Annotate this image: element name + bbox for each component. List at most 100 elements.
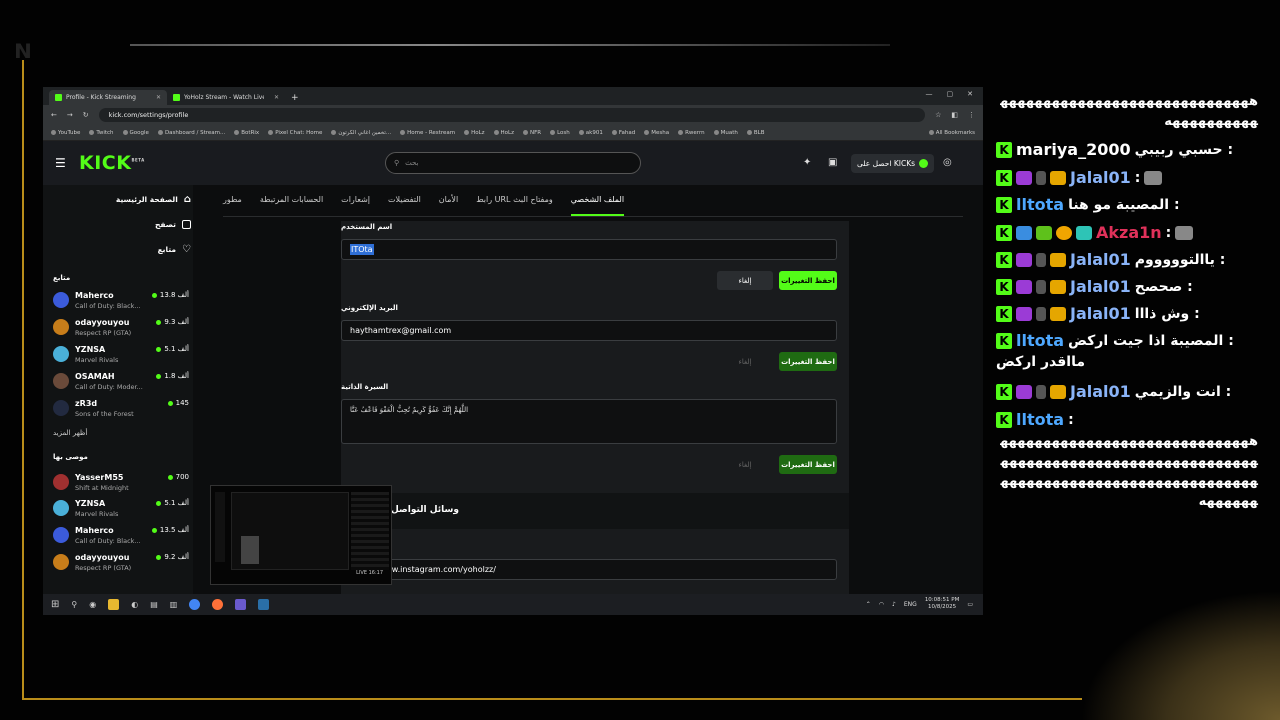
bookmark-item[interactable]: Losh [550,130,570,136]
tab-preferences[interactable]: التفضيلات [388,191,421,216]
cancel-bio-button[interactable]: إلغاء [717,455,773,474]
file-explorer-icon[interactable] [108,599,120,610]
maximize-icon[interactable]: ▢ [947,90,954,98]
language-indicator[interactable]: ENG [904,601,917,608]
bookmark-item[interactable]: Pixel Chat: Home [268,130,322,136]
username-field[interactable]: ITOta [341,239,837,260]
cancel-email-button[interactable]: إلغاء [717,352,773,371]
bookmark-item[interactable]: Twitch [89,130,114,136]
bookmark-item[interactable]: Mesha [644,130,669,136]
tab-stream-url-key[interactable]: رابط URL ومفتاح البث [476,191,553,216]
volume-icon[interactable]: ♪ [892,601,896,608]
bookmark-item[interactable]: HoLz [464,130,485,136]
list-item[interactable]: odayyouyou Respect RP (GTA) 9.3 ألف [53,316,189,340]
close-tab-icon[interactable]: ✕ [274,94,279,101]
app-icon[interactable]: ▥ [170,600,178,609]
url-field[interactable]: kick.com/settings/profile [98,108,926,122]
browser-tab-yoholz[interactable]: YoHolz Stream - Watch Live on ✕ [167,90,285,105]
bookmark-item[interactable]: Fahad [611,130,635,136]
close-window-icon[interactable]: ✕ [967,90,973,98]
list-item[interactable]: odayyouyou Respect RP (GTA) 9.2 ألف [53,551,189,575]
chrome-icon[interactable] [189,599,201,610]
sidebar-item-following[interactable]: متابع ♡ [51,241,191,257]
wifi-icon[interactable]: ◠ [879,601,884,608]
reload-icon[interactable]: ↻ [83,111,89,119]
badge-icon [1076,225,1092,240]
bookmark-item[interactable]: Dashboard / Stream... [157,130,225,136]
settings-tabs: الملف الشخصي رابط URL ومفتاح البث الأمان… [223,191,963,217]
clock[interactable]: 10:08:51 PM 10/8/2025 [925,597,960,611]
show-more-link[interactable]: أظهر المزيد [53,429,87,437]
tab-notifications[interactable]: إشعارات [341,191,370,216]
bookmark-item[interactable]: Muath [713,130,738,136]
avatar[interactable]: ▣ [828,157,837,168]
chevron-up-icon[interactable]: ⌃ [866,601,871,608]
forward-icon[interactable]: → [67,111,73,119]
new-tab-icon[interactable]: + [285,93,305,105]
badge-icon [1036,306,1046,321]
hamburger-menu-icon[interactable]: ☰ [55,156,69,170]
discord-icon[interactable] [235,599,247,610]
kick-logo[interactable]: KICKBETA [79,152,145,174]
bookmark-item[interactable]: BLB [746,130,765,136]
sidebar-item-home[interactable]: الصفحة الرئيسية ⌂ [51,191,191,207]
browser-tab-profile[interactable]: Profile - Kick Streaming ✕ [49,90,167,105]
bookmark-item[interactable]: BotRix [234,130,259,136]
tab-profile[interactable]: الملف الشخصي [570,191,625,216]
list-item[interactable]: Maherco Call of Duty: Black... 13.5 ألف [53,524,189,548]
badge-icon [1036,279,1046,294]
tab-linked-accounts[interactable]: الحسابات المرتبطة [260,191,323,216]
minimize-icon[interactable]: — [926,90,933,98]
bookmark-item[interactable]: تخمين اغاني الكرتون... [331,130,391,136]
save-username-button[interactable]: احفظ التغييرات [779,271,837,290]
list-item[interactable]: YZNSA Marvel Rivals 5.1 ألف [53,497,189,521]
bookmark-item[interactable]: Google [122,130,149,136]
firefox-icon[interactable] [212,599,224,610]
sidebar-item-label: تصفح [154,219,176,229]
badge-icon [1036,252,1046,267]
all-bookmarks[interactable]: All Bookmarks [928,130,975,136]
tab-security[interactable]: الأمان [439,191,458,216]
list-item[interactable]: OSAMAH Call of Duty: Moder... 1.8 ألف [53,370,189,394]
back-icon[interactable]: ← [51,111,57,119]
save-email-button[interactable]: احفظ التغييرات [779,352,837,371]
bookmark-item[interactable]: HoLz [493,130,514,136]
tab-developer[interactable]: مطور [223,191,242,216]
notification-icon[interactable]: ▭ [967,601,973,608]
close-tab-icon[interactable]: ✕ [156,94,161,101]
windows-start-icon[interactable]: ⊞ [51,599,59,610]
menu-icon[interactable]: ⋮ [968,111,975,119]
browser-window: Profile - Kick Streaming ✕ YoHolz Stream… [43,87,983,615]
list-item[interactable]: YasserM55 Shift at Midnight 700 [53,471,189,495]
task-view-icon[interactable]: ◉ [89,600,96,609]
list-item[interactable]: zR3d Sons of the Forest 145 [53,397,189,421]
bookmark-item[interactable]: Rwerrn [678,130,705,136]
search-input[interactable]: ⚲ بحث [385,152,641,174]
list-item[interactable]: Maherco Call of Duty: Black... 13.8 ألف [53,289,189,313]
search-icon[interactable]: ⚲ [71,600,77,609]
bookmark-item[interactable]: YouTube [51,130,80,136]
app-icon[interactable]: ◐ [131,600,138,609]
steam-icon[interactable] [258,599,270,610]
bookmark-item[interactable]: Home - Restream [400,130,455,136]
get-kicks-button[interactable]: احصل على KICKs [851,154,935,173]
instagram-field[interactable]: https://www.instagram.com/yoholzz/ [341,559,837,580]
get-kicks-label: احصل على KICKs [857,159,916,168]
bookmark-item[interactable]: ak901 [578,130,603,136]
preview-sidebar [215,492,225,562]
badge-icon [1036,384,1046,399]
search-icon: ⚲ [394,159,400,167]
bookmark-star-icon[interactable]: ☆ [935,111,941,119]
profile-icon[interactable]: ◎ [943,157,952,168]
bookmark-item[interactable]: NFR [522,130,541,136]
app-icon[interactable]: ▤ [150,600,158,609]
extensions-icon[interactable]: ◧ [951,111,958,119]
save-bio-button[interactable]: احفظ التغييرات [779,455,837,474]
email-field[interactable]: haythamtrex@gmail.com [341,320,837,341]
bio-textarea[interactable]: اللَّهُمَّ إِنَّكَ عَفُوٌّ كَرِيمٌ تُحِب… [341,399,837,444]
sidebar-item-browse[interactable]: تصفح [51,216,191,232]
list-item[interactable]: YZNSA Marvel Rivals 5.1 ألف [53,343,189,367]
gift-icon[interactable]: ✦ [803,157,811,168]
stream-canvas: ᴺ Profile - Kick Streaming ✕ YoHolz Stre… [0,0,1280,720]
cancel-username-button[interactable]: إلغاء [717,271,773,290]
